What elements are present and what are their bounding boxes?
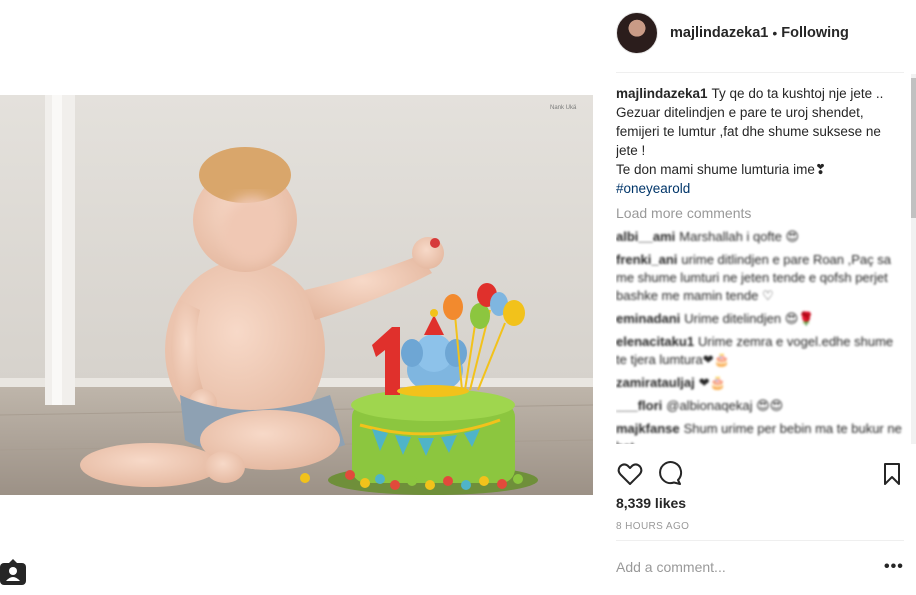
comment-text: @albionaqekaj 😍😍 xyxy=(666,398,784,413)
comment-username[interactable]: majkfanse xyxy=(616,421,680,436)
comment-item: zamiratauljaj ❤🎂 xyxy=(616,374,904,392)
comments-scrollbar[interactable] xyxy=(911,74,916,444)
post-header: majlindazeka1 • Following xyxy=(616,12,849,54)
header-username[interactable]: majlindazeka1 xyxy=(670,25,768,41)
follow-status-button[interactable]: Following xyxy=(781,25,849,41)
comments-list: majlindazeka1 Ty qe do ta kushtoj nje jet… xyxy=(616,84,904,444)
heart-icon xyxy=(617,463,643,485)
tagged-people-icon[interactable] xyxy=(0,559,27,586)
comment-item: majkfanse Shum urime per bebin ma te buku… xyxy=(616,420,904,444)
bookmark-icon xyxy=(884,463,900,485)
post-timestamp[interactable]: 8 HOURS AGO xyxy=(616,521,689,532)
caption-hashtag[interactable]: #oneyearold xyxy=(616,181,690,196)
comment-item: ___flori @albionaqekaj 😍😍 xyxy=(616,397,904,415)
load-more-comments-button[interactable]: Load more comments xyxy=(616,204,904,223)
action-bar xyxy=(616,460,904,490)
comment-item: eminadani Urime ditelindjen 😍🌹 xyxy=(616,310,904,328)
avatar[interactable] xyxy=(616,12,658,54)
photo-watermark: Nank Ukä xyxy=(550,105,577,111)
like-button[interactable] xyxy=(616,460,644,488)
more-options-button[interactable]: ••• xyxy=(884,558,904,576)
header-divider xyxy=(616,72,904,73)
photo-illustration: Nank Ukä xyxy=(0,95,593,495)
comment-username[interactable]: albi__ami xyxy=(616,229,675,244)
comment-icon xyxy=(659,461,683,485)
comment-item: albi__ami Marshallah i qofte 😍 xyxy=(616,228,904,246)
scrollbar-thumb[interactable] xyxy=(911,78,916,218)
comment-button[interactable] xyxy=(656,460,684,488)
caption-username[interactable]: majlindazeka1 xyxy=(616,86,708,101)
comment-item: frenki_ani urime ditlindjen e pare Roan ,… xyxy=(616,251,904,305)
likes-count[interactable]: 8,339 likes xyxy=(616,495,686,511)
footer-divider xyxy=(616,540,904,541)
comment-username[interactable]: frenki_ani xyxy=(616,252,677,267)
add-comment-input[interactable] xyxy=(616,556,866,578)
comment-text: Urime ditelindjen 😍🌹 xyxy=(684,311,815,326)
separator-dot: • xyxy=(772,25,778,41)
comment-username[interactable]: zamiratauljaj xyxy=(616,375,695,390)
comment-item: elenacitaku1 Urime zemra e vogel.edhe shu… xyxy=(616,333,904,369)
save-button[interactable] xyxy=(878,460,906,488)
comment-username[interactable]: elenacitaku1 xyxy=(616,334,694,349)
comment-text: Marshallah i qofte 😍 xyxy=(679,229,800,244)
caption-text-line-2: Te don mami shume lumturia ime❣ xyxy=(616,162,827,177)
post-sidebar: majlindazeka1 • Following majlindazeka1 T… xyxy=(616,0,916,595)
caption: majlindazeka1 Ty qe do ta kushtoj nje jet… xyxy=(616,84,904,198)
comment-text: ❤🎂 xyxy=(698,375,726,390)
comment-username[interactable]: eminadani xyxy=(616,311,680,326)
comment-username[interactable]: ___flori xyxy=(616,398,662,413)
post-photo[interactable]: Nank Ukä xyxy=(0,95,593,495)
